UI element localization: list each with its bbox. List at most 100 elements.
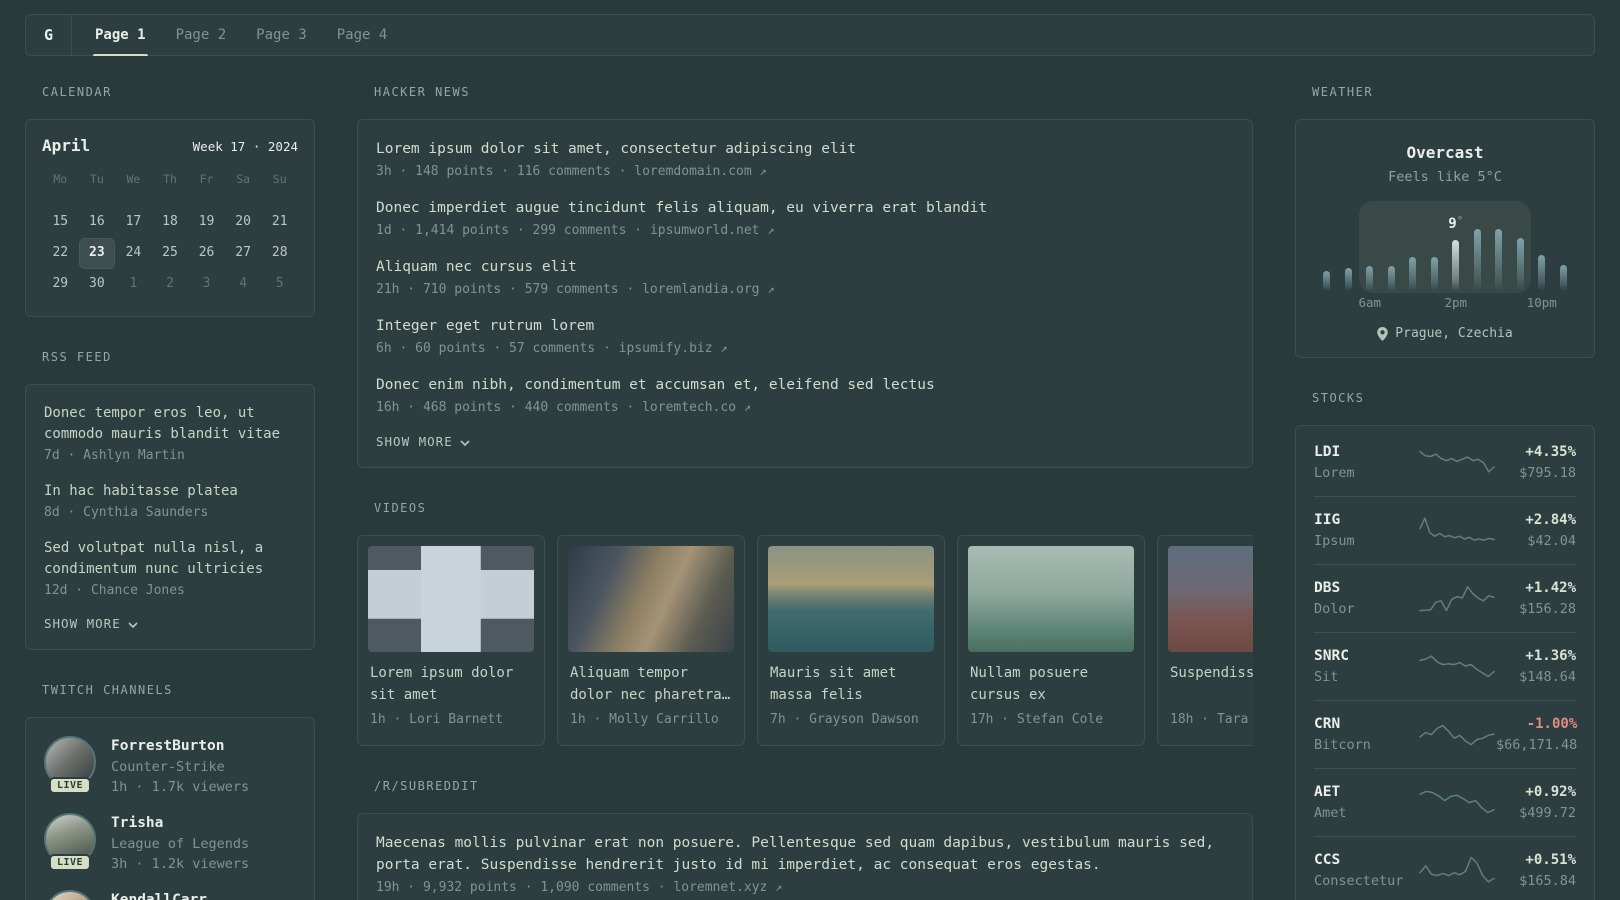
app-logo[interactable]: G (26, 15, 72, 55)
stock-ticker: CCS (1314, 852, 1341, 868)
avatar (44, 890, 96, 900)
hackernews-item-title[interactable]: Aliquam nec cursus elit (376, 256, 1234, 278)
hackernews-item-domain-link[interactable]: loremtech.co (642, 400, 736, 415)
weather-hour-bar (1510, 201, 1532, 291)
stock-row[interactable]: CRN Bitcorn -1.00% $66,171.48 (1314, 701, 1578, 769)
calendar-day: 3 (202, 276, 211, 291)
stock-values: +4.35% $795.18 (1496, 442, 1576, 483)
stock-identity: LDI Lorem (1314, 442, 1418, 483)
stock-identity: SNRC Sit (1314, 646, 1418, 687)
external-link-icon: ↗ (720, 341, 728, 355)
calendar-day: 26 (198, 245, 215, 260)
calendar-week-year: Week 17 · 2024 (192, 139, 298, 154)
twitch-channel-info: ForrestBurton Counter-Strike 1h · 1.7k v… (111, 736, 249, 797)
rss-item: In hac habitasse platea 8d · Cynthia Sau… (44, 481, 296, 523)
rss-item-meta: 8d · Cynthia Saunders (44, 505, 209, 520)
rss-section-label: RSS FEED (42, 350, 112, 364)
calendar-day: 19 (198, 214, 215, 229)
twitch-section-label: TWITCH CHANNELS (42, 683, 173, 697)
stock-values: +0.51% $165.84 (1496, 850, 1576, 891)
rss-show-more-button[interactable]: SHOW MORE (44, 616, 296, 631)
hackernews-item-domain-link[interactable]: loremlandia.org (642, 282, 759, 297)
page-tab[interactable]: Page 2 (161, 15, 242, 55)
stock-change: +0.51% (1525, 852, 1576, 868)
weather-hour-bar (1488, 201, 1510, 291)
video-card[interactable]: Aliquam tempor dolor nec pharetra… 1h · … (557, 535, 745, 746)
hackernews-item-stats: 1d · 1,414 points · 299 comments · (376, 223, 650, 238)
weather-hour-bar (1359, 201, 1381, 291)
calendar-day: 23 (78, 238, 116, 269)
video-card[interactable]: Mauris sit amet massa felis 7h · Grayson… (757, 535, 945, 746)
twitch-section: TWITCH CHANNELS LIVE ForrestBurton Count… (25, 683, 315, 900)
hackernews-item-domain-link[interactable]: ipsumify.biz (619, 341, 713, 356)
calendar-weekday-label: Sa (236, 172, 251, 186)
page-tab[interactable]: Page 4 (322, 15, 403, 55)
chevron-down-icon (460, 439, 470, 446)
stock-row[interactable]: CCS Consectetur +0.51% $165.84 (1314, 837, 1576, 900)
stock-row[interactable]: IIG Ipsum +2.84% $42.04 (1314, 497, 1576, 565)
video-meta: 18h · Tara (1170, 712, 1249, 727)
right-column: WEATHER Overcast Feels like 5°C 9° 6am 2p… (1295, 85, 1595, 900)
twitch-channel-meta: 3h · 1.2k viewers (111, 856, 250, 872)
subreddit-widget: Maecenas mollis pulvinar erat non posuer… (357, 813, 1253, 900)
live-badge: LIVE (48, 854, 92, 871)
calendar-day: 15 (52, 214, 69, 229)
video-thumbnail[interactable] (568, 546, 734, 652)
calendar-day: 25 (162, 245, 178, 260)
hackernews-item-stats: 3h · 148 points · 116 comments · (376, 164, 635, 179)
video-thumbnail[interactable] (768, 546, 934, 652)
external-link-icon: ↗ (775, 880, 783, 894)
twitch-channel-row[interactable]: LIVE KendallCarr (44, 890, 296, 900)
twitch-channel-row[interactable]: LIVE Trisha League of Legends 3h · 1.2k … (44, 813, 296, 874)
page-tab[interactable]: Page 3 (241, 15, 322, 55)
hackernews-item-title[interactable]: Integer eget rutrum lorem (376, 315, 1234, 337)
weather-section-label: WEATHER (1312, 85, 1374, 99)
hackernews-item-domain-link[interactable]: loremdomain.com (634, 164, 751, 179)
rss-list: Donec tempor eros leo, ut commodo mauris… (44, 403, 296, 601)
calendar-weekday-label: Mo (53, 172, 68, 186)
video-thumbnail[interactable] (1168, 546, 1253, 652)
calendar-day: 2 (166, 276, 174, 291)
hackernews-item-title[interactable]: Donec imperdiet augue tincidunt felis al… (376, 197, 1234, 219)
page-tab[interactable]: Page 1 (80, 15, 161, 56)
rss-item-title[interactable]: Sed volutpat nulla nisl, a condimentum n… (44, 538, 296, 580)
subreddit-post-title[interactable]: Maecenas mollis pulvinar erat non posuer… (376, 832, 1234, 876)
hackernews-item-meta: 3h · 148 points · 116 comments · loremdo… (376, 160, 1234, 183)
external-link-icon: ↗ (759, 164, 767, 178)
hackernews-item-title[interactable]: Donec enim nibh, condimentum et accumsan… (376, 374, 1234, 396)
twitch-channel-game: Counter-Strike (111, 759, 225, 775)
calendar-day: 24 (125, 245, 142, 260)
stock-row[interactable]: SNRC Sit +1.36% $148.64 (1314, 633, 1576, 701)
stock-row[interactable]: DBS Dolor +1.42% $156.28 (1314, 565, 1576, 633)
weather-hour-bar (1467, 201, 1489, 291)
video-meta: 17h · Stefan Cole (970, 712, 1104, 727)
weather-hour-bar: 9° (1445, 201, 1467, 291)
weather-widget: Overcast Feels like 5°C 9° 6am 2pm 10pm Pr… (1295, 119, 1595, 358)
video-card[interactable]: Nullam posuere cursus ex 17h · Stefan Co… (957, 535, 1145, 746)
stock-change: -1.00% (1526, 716, 1578, 732)
hackernews-show-more-button[interactable]: SHOW MORE (376, 434, 1234, 449)
hackernews-item: Donec imperdiet augue tincidunt felis al… (376, 197, 1234, 242)
stock-name: Ipsum (1314, 533, 1355, 549)
stock-row[interactable]: AET Amet +0.92% $499.72 (1314, 769, 1576, 837)
twitch-channel-row[interactable]: LIVE ForrestBurton Counter-Strike 1h · 1… (44, 736, 296, 797)
calendar-widget: April Week 17 · 2024 Mo Tu We Th Fr Sa Su 15 16… (25, 119, 315, 317)
hackernews-item-domain-link[interactable]: ipsumworld.net (650, 223, 760, 238)
video-thumbnail[interactable] (368, 546, 534, 652)
hackernews-item-title[interactable]: Lorem ipsum dolor sit amet, consectetur … (376, 138, 1234, 160)
stock-change: +0.92% (1525, 784, 1576, 800)
rss-item-title[interactable]: In hac habitasse platea (44, 481, 296, 502)
weather-current-temp: 9° (1448, 214, 1464, 232)
video-card[interactable]: Lorem ipsum dolor sit amet consectetu… 1… (357, 535, 545, 746)
subreddit-post-domain-link[interactable]: loremnet.xyz (673, 880, 767, 895)
chevron-down-icon (128, 621, 138, 628)
video-thumbnail[interactable] (968, 546, 1134, 652)
hackernews-section-label: HACKER NEWS (374, 85, 470, 99)
hackernews-show-more-label: SHOW MORE (376, 434, 453, 449)
stock-row[interactable]: LDI Lorem +4.35% $795.18 (1314, 429, 1576, 497)
video-list: Lorem ipsum dolor sit amet consectetu… 1… (357, 535, 1253, 746)
video-card[interactable]: Suspendisse diam 18h · Tara (1157, 535, 1253, 746)
rss-item-title[interactable]: Donec tempor eros leo, ut commodo mauris… (44, 403, 296, 445)
stock-name: Sit (1314, 669, 1339, 685)
stocks-section: STOCKS LDI Lorem +4.35% $795.18 IIG Ipsu… (1295, 391, 1595, 900)
